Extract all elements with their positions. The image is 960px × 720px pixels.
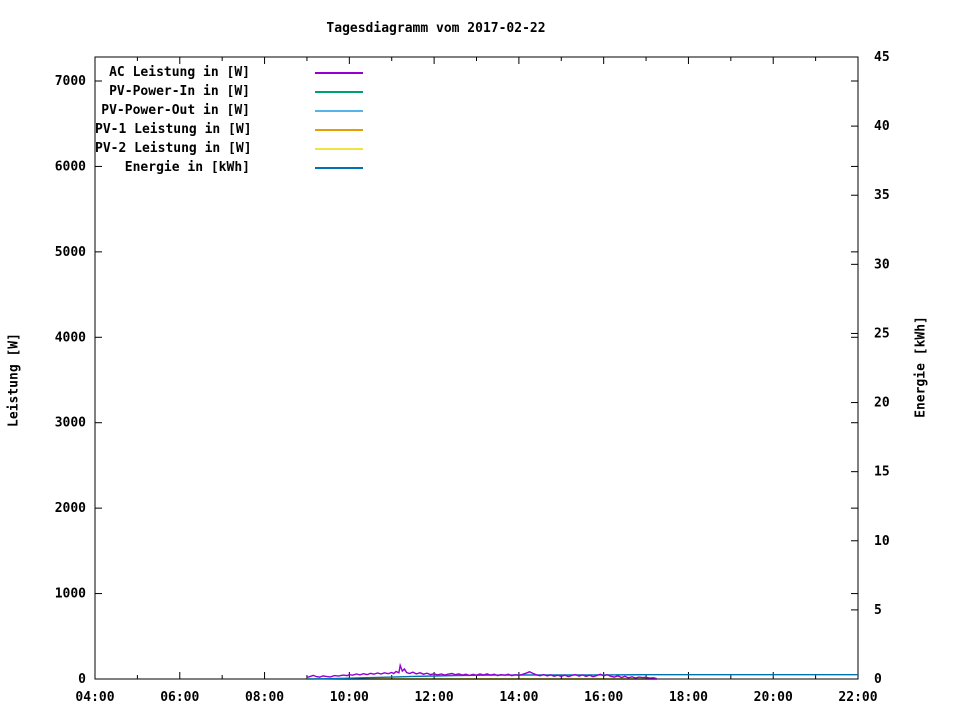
legend-label-pv1-leistung: PV-1 Leistung in [W]: [95, 122, 252, 137]
legend-label-pv-power-out: PV-Power-Out in [W]: [101, 103, 250, 118]
y-right-tick-label: 25: [874, 326, 890, 341]
y-right-tick-label: 10: [874, 534, 890, 549]
x-tick-label: 14:00: [499, 690, 538, 705]
x-tick-label: 10:00: [330, 690, 369, 705]
x-tick-label: 12:00: [415, 690, 454, 705]
x-tick-label: 16:00: [584, 690, 623, 705]
legend-item-pv1-leistung: PV-1 Leistung in [W]: [95, 120, 363, 139]
x-tick-label: 06:00: [160, 690, 199, 705]
x-tick-label: 18:00: [669, 690, 708, 705]
legend-label-energie: Energie in [kWh]: [124, 160, 250, 175]
y-left-tick-label: 5000: [55, 245, 86, 260]
y-right-tick-label: 45: [874, 50, 890, 65]
legend-item-pv-power-in: PV-Power-In in [W]: [95, 82, 363, 101]
y-right-tick-label: 15: [874, 465, 890, 480]
x-tick-label: 20:00: [754, 690, 793, 705]
y-right-tick-label: 0: [874, 672, 882, 687]
chart: Tagesdiagramm vom 2017-02-22 Leistung [W…: [0, 0, 960, 720]
x-tick-label: 04:00: [75, 690, 114, 705]
y-left-tick-label: 3000: [55, 416, 86, 431]
legend-line-swatch-pv1-leistung: [315, 128, 363, 131]
y-left-tick-label: 2000: [55, 501, 86, 516]
legend-item-ac-leistung: AC Leistung in [W]: [95, 63, 363, 82]
legend-line-swatch-pv-power-out: [315, 109, 363, 112]
legend-label-ac-leistung: AC Leistung in [W]: [109, 65, 250, 80]
legend-label-pv-power-in: PV-Power-In in [W]: [109, 84, 250, 99]
y-right-tick-label: 20: [874, 396, 890, 411]
y-right-tick-label: 40: [874, 119, 890, 134]
y-left-tick-label: 4000: [55, 330, 86, 345]
legend-label-pv2-leistung: PV-2 Leistung in [W]: [95, 141, 252, 156]
legend-line-swatch-pv2-leistung: [315, 147, 363, 150]
x-tick-label: 08:00: [245, 690, 284, 705]
y-left-tick-label: 7000: [55, 74, 86, 89]
legend-item-pv-power-out: PV-Power-Out in [W]: [95, 101, 363, 120]
y-left-tick-label: 0: [78, 672, 86, 687]
legend-item-pv2-leistung: PV-2 Leistung in [W]: [95, 139, 363, 158]
y-right-tick-label: 30: [874, 257, 890, 272]
y-right-tick-label: 5: [874, 603, 882, 618]
legend-item-energie: Energie in [kWh]: [95, 158, 363, 177]
series-ac-leistung: [306, 662, 657, 680]
y-left-tick-label: 1000: [55, 587, 86, 602]
legend-line-swatch-ac-leistung: [315, 71, 363, 74]
legend-line-swatch-pv-power-in: [315, 90, 363, 93]
x-tick-label: 22:00: [838, 690, 877, 705]
y-left-tick-label: 6000: [55, 159, 86, 174]
y-right-tick-label: 35: [874, 188, 890, 203]
legend: AC Leistung in [W] PV-Power-In in [W] PV…: [95, 63, 363, 177]
legend-line-swatch-energie: [315, 166, 363, 169]
